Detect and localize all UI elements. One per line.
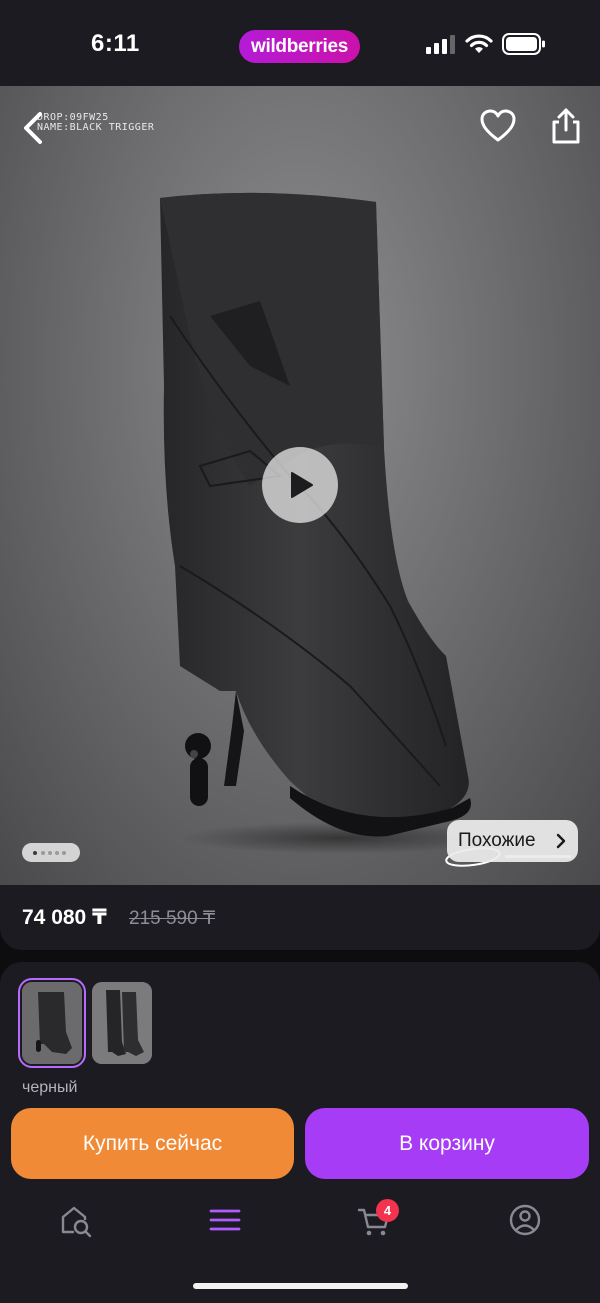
variant-thumbnail-selected[interactable]	[18, 978, 86, 1068]
product-media[interactable]: DROP:09FW25 NAME:BLACK TRIGGER Похожие	[0, 86, 600, 885]
cart-count-badge: 4	[376, 1199, 399, 1222]
menu-icon[interactable]	[207, 1202, 243, 1238]
heart-icon[interactable]	[478, 106, 518, 146]
variant-thumbnail[interactable]	[92, 982, 152, 1064]
play-icon	[291, 472, 313, 498]
current-price: 74 080 ₸	[22, 906, 107, 929]
carousel-dot	[41, 851, 45, 855]
old-price: 215 590 ₸	[129, 908, 216, 929]
similar-label: Похожие	[458, 830, 536, 851]
status-time: 6:11	[91, 30, 140, 57]
carousel-indicator[interactable]	[22, 843, 80, 862]
brand-badge[interactable]: wildberries	[239, 30, 360, 63]
share-icon[interactable]	[548, 106, 584, 146]
product-overlay-text: DROP:09FW25 NAME:BLACK TRIGGER	[37, 113, 154, 133]
chevron-right-icon	[556, 833, 566, 849]
wifi-icon	[465, 34, 493, 53]
signal-icon	[426, 35, 455, 54]
price-card: 74 080 ₸ 215 590 ₸	[0, 885, 600, 950]
carousel-dot-active	[33, 851, 37, 855]
home-indicator[interactable]	[193, 1283, 408, 1289]
color-label: черный	[22, 1079, 78, 1096]
buy-now-button[interactable]: Купить сейчас	[11, 1108, 294, 1179]
overlay-line-name: NAME:BLACK TRIGGER	[37, 122, 155, 133]
carousel-dot	[48, 851, 52, 855]
add-to-cart-button[interactable]: В корзину	[305, 1108, 589, 1179]
variant-card: черный Купить сейчас В корзину 4	[0, 962, 600, 1303]
product-image-boot	[160, 192, 490, 854]
similar-button[interactable]: Похожие	[447, 820, 578, 862]
play-video-button[interactable]	[262, 447, 338, 523]
home-search-icon[interactable]	[58, 1202, 94, 1238]
back-arrow-icon[interactable]	[18, 108, 52, 148]
thumbnail-boot-image	[22, 982, 82, 1064]
carousel-dot	[62, 851, 66, 855]
profile-icon[interactable]	[507, 1202, 543, 1238]
battery-icon	[502, 33, 545, 55]
carousel-dot	[55, 851, 59, 855]
status-bar: 6:11 wildberries	[0, 0, 600, 86]
thumbnail-boots-image	[92, 982, 152, 1064]
